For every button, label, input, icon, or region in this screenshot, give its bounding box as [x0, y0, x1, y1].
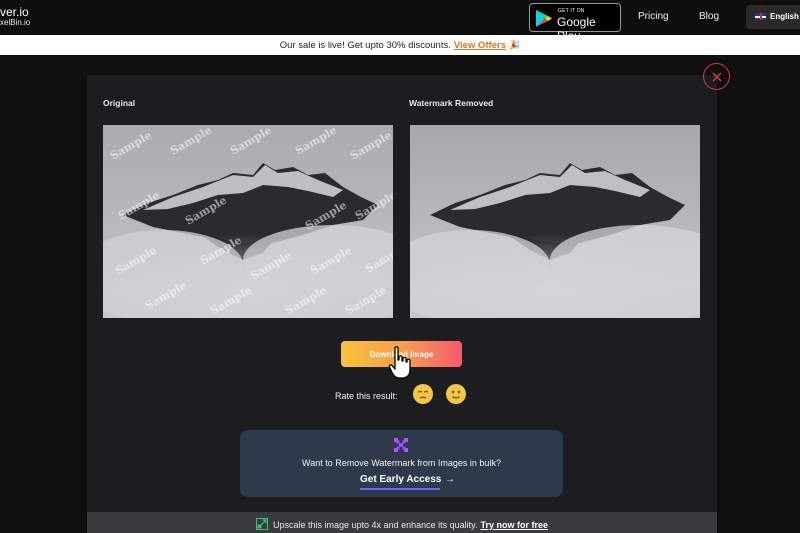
unamused-face-icon[interactable] [413, 384, 433, 404]
arrow-right-icon: → [445, 474, 455, 485]
get-early-access-link[interactable]: Get Early Access [360, 474, 441, 485]
google-play-small-text: GET IT ON [558, 8, 585, 14]
close-button[interactable] [703, 63, 730, 90]
view-offers-link[interactable]: View Offers [454, 40, 506, 51]
brand-name: ver.io [0, 5, 29, 19]
sale-banner: Our sale is live! Get upto 30% discounts… [0, 35, 800, 55]
brand-subtitle: xelBin.io [0, 18, 31, 27]
nav-blog-link[interactable]: Blog [699, 11, 719, 22]
try-now-link[interactable]: Try now for free [480, 520, 548, 530]
slight-smile-face-icon[interactable] [446, 384, 466, 404]
google-play-badge[interactable]: GET IT ON Google Play [529, 3, 621, 43]
close-icon [712, 72, 722, 82]
sale-banner-text: Our sale is live! Get upto 30% discounts… [279, 40, 451, 51]
language-label: English [770, 12, 799, 21]
watermark-removed-image [410, 125, 700, 318]
bulk-processing-card: Want to Remove Watermark from Images in … [240, 430, 563, 497]
bulk-description: Want to Remove Watermark from Images in … [302, 458, 501, 468]
original-label: Original [103, 98, 136, 108]
hand-pointer-icon [388, 346, 411, 379]
original-image: Sample Sample Sample Sample Sample Sampl… [103, 125, 393, 318]
pixel-grid-icon [394, 438, 408, 452]
brand-logo[interactable]: ver.io xelBin.io [0, 6, 30, 27]
rate-result-label: Rate this result: [335, 391, 398, 401]
google-play-icon [536, 10, 552, 27]
watermark-removed-label: Watermark Removed [409, 98, 494, 108]
language-selector[interactable]: English [746, 5, 800, 29]
upscale-text: Upscale this image upto 4x and enhance i… [273, 520, 478, 530]
nav-pricing-link[interactable]: Pricing [638, 11, 669, 22]
upscale-promo-bar: Upscale this image upto 4x and enhance i… [87, 512, 717, 533]
party-emoji: 🎉 [508, 40, 521, 50]
link-underline [360, 488, 440, 490]
upscale-icon [256, 518, 268, 530]
top-navigation-bar: ver.io xelBin.io GET IT ON Google Play P… [0, 0, 800, 43]
uk-flag-icon [755, 13, 766, 20]
